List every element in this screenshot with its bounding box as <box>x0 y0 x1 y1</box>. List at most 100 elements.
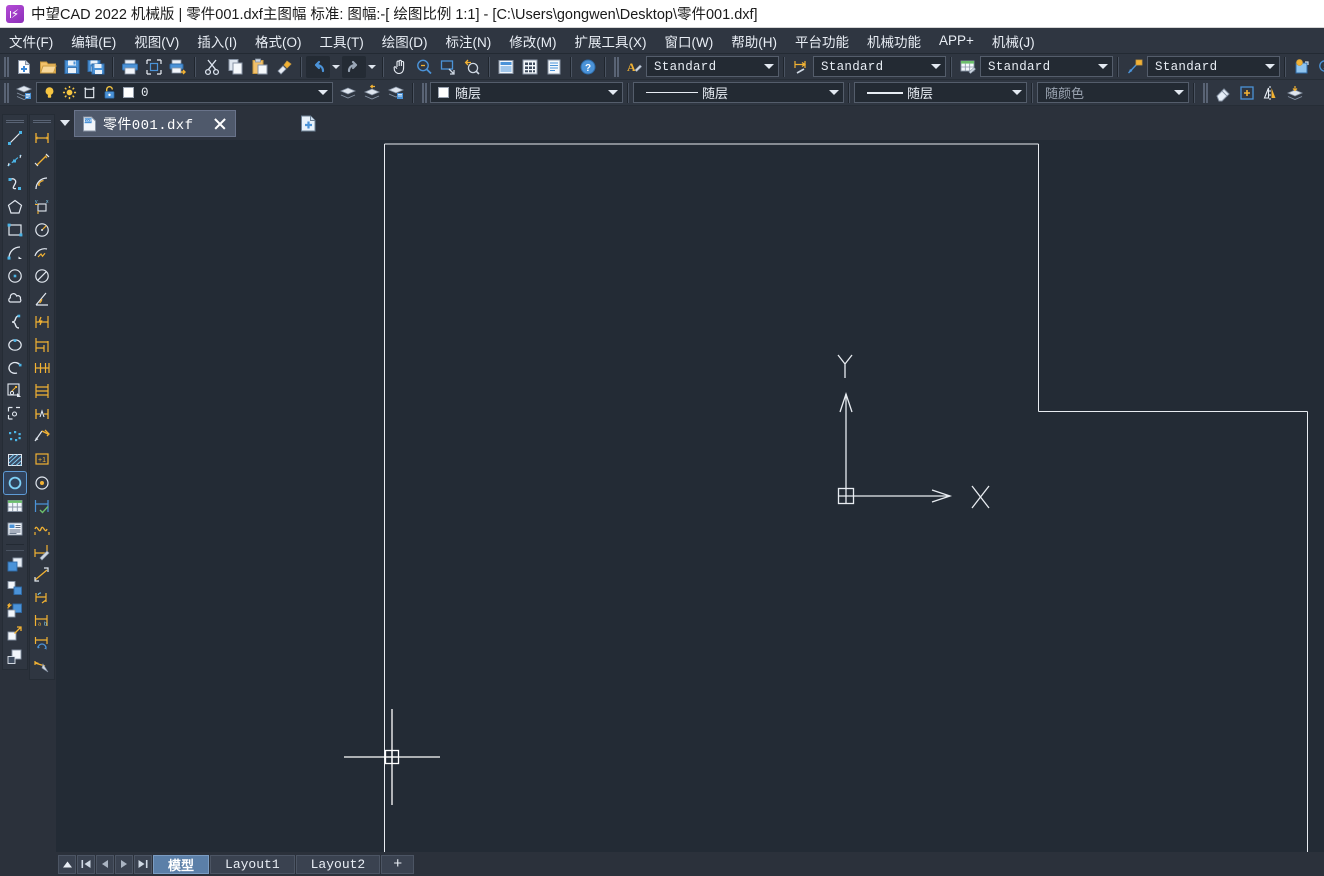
dimension-style-icon[interactable] <box>789 56 813 78</box>
edit-dimension-icon[interactable] <box>31 518 53 540</box>
dim-update-icon[interactable] <box>31 564 53 586</box>
lineweight-dropdown-icon[interactable] <box>1008 83 1026 102</box>
lightbulb-icon[interactable] <box>42 85 57 100</box>
ellipse-icon[interactable] <box>4 334 26 356</box>
table-style-dropdown-icon[interactable] <box>1094 57 1112 76</box>
arc-icon[interactable] <box>4 242 26 264</box>
dim-reassociate-icon[interactable] <box>31 633 53 655</box>
print-preview-icon[interactable] <box>142 56 166 78</box>
make-block-icon[interactable] <box>4 380 26 402</box>
arc-length-dimension-icon[interactable] <box>31 173 53 195</box>
plot-icon[interactable] <box>166 56 190 78</box>
copy-object-icon[interactable] <box>4 554 26 576</box>
plot-style-combo[interactable]: 随颜色 <box>1037 82 1189 103</box>
chevron-down-icon[interactable] <box>58 114 72 132</box>
modify-toolbar-grip[interactable] <box>1202 82 1209 103</box>
save-as-icon[interactable] <box>84 56 108 78</box>
zoom-scale-icon[interactable]: 1 <box>1314 56 1324 78</box>
dim-space-icon[interactable] <box>31 380 53 402</box>
copy-icon[interactable] <box>224 56 248 78</box>
layer-toolbar-grip[interactable] <box>3 82 10 103</box>
text-style-icon[interactable]: A <box>622 56 646 78</box>
zoom-previous-icon[interactable] <box>460 56 484 78</box>
move-icon[interactable] <box>4 577 26 599</box>
menu-mechanical[interactable]: 机械(J) <box>983 28 1044 54</box>
tolerance-icon[interactable] <box>31 426 53 448</box>
layer-color-swatch[interactable] <box>123 87 134 98</box>
match-properties-icon[interactable] <box>272 56 296 78</box>
mirror-icon[interactable] <box>1259 82 1283 104</box>
unlock-icon[interactable] <box>102 85 117 100</box>
table-style-combo[interactable]: Standard <box>980 56 1113 77</box>
dimension-style-combo[interactable]: Standard <box>813 56 946 77</box>
menu-edit[interactable]: 编辑(E) <box>62 28 125 54</box>
point-icon[interactable] <box>4 426 26 448</box>
color-combo[interactable]: 随层 <box>430 82 623 103</box>
radius-dimension-icon[interactable] <box>31 219 53 241</box>
print-icon[interactable] <box>118 56 142 78</box>
document-tab-零件001[interactable]: DXF 零件001.dxf <box>74 110 237 137</box>
center-mark-icon[interactable]: +1 <box>31 449 53 471</box>
multileader-style-combo[interactable]: Standard <box>1147 56 1280 77</box>
linetype-dropdown-icon[interactable] <box>825 83 843 102</box>
jogged-dimension-icon[interactable] <box>31 242 53 264</box>
properties-icon[interactable] <box>494 56 518 78</box>
menu-file[interactable]: 文件(F) <box>0 28 62 54</box>
edit-dim-text-icon[interactable] <box>31 541 53 563</box>
circle-icon[interactable] <box>4 265 26 287</box>
dim-break-icon[interactable] <box>31 403 53 425</box>
zoom-window-icon[interactable] <box>436 56 460 78</box>
menu-mechanical-fn[interactable]: 机械功能 <box>858 28 930 54</box>
gradient-icon[interactable] <box>3 471 27 495</box>
mtext-icon[interactable] <box>4 518 26 540</box>
continue-dimension-icon[interactable] <box>31 357 53 379</box>
menu-window[interactable]: 窗口(W) <box>656 28 723 54</box>
style-toolbar-grip[interactable] <box>613 56 620 77</box>
menu-express[interactable]: 扩展工具(X) <box>566 28 656 54</box>
layer-merge-icon[interactable] <box>1283 82 1307 104</box>
new-tab-icon[interactable] <box>295 112 321 135</box>
construction-line-icon[interactable] <box>4 150 26 172</box>
line-icon[interactable] <box>4 127 26 149</box>
undo-icon[interactable] <box>306 55 330 78</box>
add-layout-button[interactable]: + <box>381 854 415 874</box>
menu-format[interactable]: 格式(O) <box>246 28 311 54</box>
angular-dimension-icon[interactable] <box>31 288 53 310</box>
table-icon[interactable] <box>4 495 26 517</box>
layer-dropdown-icon[interactable] <box>314 83 332 102</box>
draw-toolbar-grip[interactable] <box>6 119 24 125</box>
lineweight-combo[interactable]: 随层 <box>854 82 1027 103</box>
save-icon[interactable] <box>60 56 84 78</box>
menu-modify[interactable]: 修改(M) <box>500 28 565 54</box>
menu-help[interactable]: 帮助(H) <box>722 28 786 54</box>
sun-icon[interactable] <box>62 85 77 100</box>
menu-platform[interactable]: 平台功能 <box>786 28 858 54</box>
plot-style-dropdown-icon[interactable] <box>1170 83 1188 102</box>
menu-draw[interactable]: 绘图(D) <box>373 28 437 54</box>
quick-dimension-icon[interactable] <box>31 311 53 333</box>
ellipse-arc-icon[interactable] <box>4 357 26 379</box>
color-dropdown-icon[interactable] <box>604 83 622 102</box>
polyline-icon[interactable] <box>4 173 26 195</box>
close-icon[interactable] <box>211 115 229 133</box>
menu-insert[interactable]: 插入(I) <box>188 28 246 54</box>
tool-palette-icon[interactable] <box>542 56 566 78</box>
menu-view[interactable]: 视图(V) <box>125 28 188 54</box>
spline-icon[interactable] <box>4 311 26 333</box>
text-style-dropdown-icon[interactable] <box>760 57 778 76</box>
inspection-dimension-icon[interactable] <box>31 472 53 494</box>
help-icon[interactable]: ? <box>576 56 600 78</box>
layer-combo[interactable]: 0 <box>36 82 333 103</box>
menu-dimension[interactable]: 标注(N) <box>437 28 501 54</box>
layer-manager-icon[interactable] <box>12 82 36 104</box>
layer-restore-icon[interactable] <box>360 82 384 104</box>
menu-tools[interactable]: 工具(T) <box>311 28 373 54</box>
redo-icon[interactable] <box>342 55 366 78</box>
dimension-style-dropdown-icon[interactable] <box>927 57 945 76</box>
next-layout-icon[interactable] <box>115 854 133 874</box>
layout-tab-layout1[interactable]: Layout1 <box>210 854 295 874</box>
new-file-icon[interactable] <box>12 56 36 78</box>
add-selected-icon[interactable] <box>1235 82 1259 104</box>
revision-cloud-icon[interactable] <box>4 288 26 310</box>
dim-style-control-icon[interactable] <box>31 587 53 609</box>
